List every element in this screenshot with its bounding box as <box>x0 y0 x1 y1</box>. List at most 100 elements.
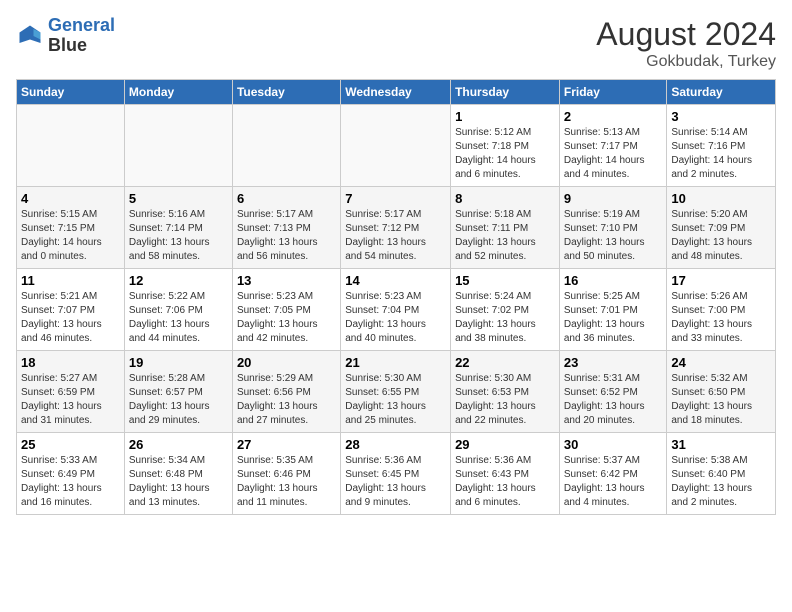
day-header-wednesday: Wednesday <box>341 80 451 105</box>
logo-line1: General <box>48 15 115 35</box>
day-cell: 28 Sunrise: 5:36 AM Sunset: 6:45 PM Dayli… <box>341 433 451 515</box>
day-number: 14 <box>345 273 446 288</box>
day-detail: Sunrise: 5:31 AM Sunset: 6:52 PM Dayligh… <box>564 372 663 428</box>
day-cell: 3 Sunrise: 5:14 AM Sunset: 7:16 PM Daylig… <box>667 105 776 187</box>
day-cell: 10Sunrise: 5:20 AM Sunset: 7:09 PM Dayli… <box>667 187 776 269</box>
day-detail: Sunrise: 5:33 AM Sunset: 6:49 PM Dayligh… <box>21 454 120 510</box>
week-row-0: 1 Sunrise: 5:12 AM Sunset: 7:18 PM Daylig… <box>17 105 776 187</box>
day-detail: Sunrise: 5:30 AM Sunset: 6:55 PM Dayligh… <box>345 372 446 428</box>
day-cell <box>232 105 340 187</box>
day-detail: Sunrise: 5:34 AM Sunset: 6:48 PM Dayligh… <box>129 454 228 510</box>
day-cell: 17Sunrise: 5:26 AM Sunset: 7:00 PM Dayli… <box>667 269 776 351</box>
day-number: 4 <box>21 191 120 206</box>
day-cell: 27 Sunrise: 5:35 AM Sunset: 6:46 PM Dayli… <box>232 433 340 515</box>
day-cell <box>341 105 451 187</box>
day-number: 28 <box>345 437 446 452</box>
day-cell: 25Sunrise: 5:33 AM Sunset: 6:49 PM Dayli… <box>17 433 125 515</box>
day-number: 22 <box>455 355 555 370</box>
day-number: 7 <box>345 191 446 206</box>
day-detail: Sunrise: 5:35 AM Sunset: 6:46 PM Dayligh… <box>237 454 336 510</box>
day-cell <box>17 105 125 187</box>
day-cell: 15 Sunrise: 5:24 AM Sunset: 7:02 PM Dayli… <box>451 269 560 351</box>
day-cell: 14 Sunrise: 5:23 AM Sunset: 7:04 PM Dayli… <box>341 269 451 351</box>
day-header-saturday: Saturday <box>667 80 776 105</box>
calendar-header-row: SundayMondayTuesdayWednesdayThursdayFrid… <box>17 80 776 105</box>
day-detail: Sunrise: 5:21 AM Sunset: 7:07 PM Dayligh… <box>21 290 120 346</box>
day-cell: 13 Sunrise: 5:23 AM Sunset: 7:05 PM Dayli… <box>232 269 340 351</box>
title-block: August 2024 Gokbudak, Turkey <box>596 16 776 71</box>
day-cell: 24 Sunrise: 5:32 AM Sunset: 6:50 PM Dayli… <box>667 351 776 433</box>
day-cell: 16Sunrise: 5:25 AM Sunset: 7:01 PM Dayli… <box>559 269 667 351</box>
day-cell: 21 Sunrise: 5:30 AM Sunset: 6:55 PM Dayli… <box>341 351 451 433</box>
day-cell: 8 Sunrise: 5:18 AM Sunset: 7:11 PM Daylig… <box>451 187 560 269</box>
logo-icon <box>16 22 44 50</box>
day-header-tuesday: Tuesday <box>232 80 340 105</box>
day-detail: Sunrise: 5:32 AM Sunset: 6:50 PM Dayligh… <box>671 372 771 428</box>
day-detail: Sunrise: 5:14 AM Sunset: 7:16 PM Dayligh… <box>671 126 771 182</box>
day-cell: 12Sunrise: 5:22 AM Sunset: 7:06 PM Dayli… <box>124 269 232 351</box>
day-detail: Sunrise: 5:30 AM Sunset: 6:53 PM Dayligh… <box>455 372 555 428</box>
day-cell: 1 Sunrise: 5:12 AM Sunset: 7:18 PM Daylig… <box>451 105 560 187</box>
day-header-monday: Monday <box>124 80 232 105</box>
day-number: 5 <box>129 191 228 206</box>
day-number: 20 <box>237 355 336 370</box>
day-detail: Sunrise: 5:17 AM Sunset: 7:13 PM Dayligh… <box>237 208 336 264</box>
day-number: 13 <box>237 273 336 288</box>
day-detail: Sunrise: 5:23 AM Sunset: 7:04 PM Dayligh… <box>345 290 446 346</box>
day-cell: 31 Sunrise: 5:38 AM Sunset: 6:40 PM Dayli… <box>667 433 776 515</box>
day-number: 23 <box>564 355 663 370</box>
day-cell <box>124 105 232 187</box>
day-cell: 5 Sunrise: 5:16 AM Sunset: 7:14 PM Daylig… <box>124 187 232 269</box>
day-header-sunday: Sunday <box>17 80 125 105</box>
day-number: 17 <box>671 273 771 288</box>
day-number: 12 <box>129 273 228 288</box>
day-detail: Sunrise: 5:25 AM Sunset: 7:01 PM Dayligh… <box>564 290 663 346</box>
day-number: 9 <box>564 191 663 206</box>
day-cell: 2 Sunrise: 5:13 AM Sunset: 7:17 PM Daylig… <box>559 105 667 187</box>
day-cell: 4Sunrise: 5:15 AM Sunset: 7:15 PM Daylig… <box>17 187 125 269</box>
day-number: 26 <box>129 437 228 452</box>
day-number: 31 <box>671 437 771 452</box>
day-number: 8 <box>455 191 555 206</box>
day-cell: 26 Sunrise: 5:34 AM Sunset: 6:48 PM Dayli… <box>124 433 232 515</box>
day-number: 15 <box>455 273 555 288</box>
day-detail: Sunrise: 5:38 AM Sunset: 6:40 PM Dayligh… <box>671 454 771 510</box>
day-number: 21 <box>345 355 446 370</box>
day-detail: Sunrise: 5:19 AM Sunset: 7:10 PM Dayligh… <box>564 208 663 264</box>
day-cell: 23 Sunrise: 5:31 AM Sunset: 6:52 PM Dayli… <box>559 351 667 433</box>
subtitle: Gokbudak, Turkey <box>596 53 776 71</box>
day-number: 27 <box>237 437 336 452</box>
day-number: 24 <box>671 355 771 370</box>
main-title: August 2024 <box>596 16 776 53</box>
day-detail: Sunrise: 5:28 AM Sunset: 6:57 PM Dayligh… <box>129 372 228 428</box>
day-cell: 29Sunrise: 5:36 AM Sunset: 6:43 PM Dayli… <box>451 433 560 515</box>
week-row-1: 4Sunrise: 5:15 AM Sunset: 7:15 PM Daylig… <box>17 187 776 269</box>
day-detail: Sunrise: 5:13 AM Sunset: 7:17 PM Dayligh… <box>564 126 663 182</box>
day-cell: 30Sunrise: 5:37 AM Sunset: 6:42 PM Dayli… <box>559 433 667 515</box>
day-detail: Sunrise: 5:23 AM Sunset: 7:05 PM Dayligh… <box>237 290 336 346</box>
day-detail: Sunrise: 5:18 AM Sunset: 7:11 PM Dayligh… <box>455 208 555 264</box>
day-detail: Sunrise: 5:36 AM Sunset: 6:45 PM Dayligh… <box>345 454 446 510</box>
day-detail: Sunrise: 5:27 AM Sunset: 6:59 PM Dayligh… <box>21 372 120 428</box>
day-number: 1 <box>455 109 555 124</box>
day-detail: Sunrise: 5:12 AM Sunset: 7:18 PM Dayligh… <box>455 126 555 182</box>
day-number: 3 <box>671 109 771 124</box>
day-number: 19 <box>129 355 228 370</box>
day-number: 30 <box>564 437 663 452</box>
day-cell: 22 Sunrise: 5:30 AM Sunset: 6:53 PM Dayli… <box>451 351 560 433</box>
day-detail: Sunrise: 5:36 AM Sunset: 6:43 PM Dayligh… <box>455 454 555 510</box>
logo-text: General Blue <box>48 16 115 56</box>
day-header-thursday: Thursday <box>451 80 560 105</box>
day-detail: Sunrise: 5:29 AM Sunset: 6:56 PM Dayligh… <box>237 372 336 428</box>
day-header-friday: Friday <box>559 80 667 105</box>
calendar-table: SundayMondayTuesdayWednesdayThursdayFrid… <box>16 79 776 515</box>
week-row-3: 18Sunrise: 5:27 AM Sunset: 6:59 PM Dayli… <box>17 351 776 433</box>
day-number: 11 <box>21 273 120 288</box>
day-cell: 7Sunrise: 5:17 AM Sunset: 7:12 PM Daylig… <box>341 187 451 269</box>
day-detail: Sunrise: 5:24 AM Sunset: 7:02 PM Dayligh… <box>455 290 555 346</box>
day-cell: 11 Sunrise: 5:21 AM Sunset: 7:07 PM Dayli… <box>17 269 125 351</box>
day-number: 2 <box>564 109 663 124</box>
week-row-2: 11 Sunrise: 5:21 AM Sunset: 7:07 PM Dayli… <box>17 269 776 351</box>
day-detail: Sunrise: 5:20 AM Sunset: 7:09 PM Dayligh… <box>671 208 771 264</box>
day-detail: Sunrise: 5:16 AM Sunset: 7:14 PM Dayligh… <box>129 208 228 264</box>
